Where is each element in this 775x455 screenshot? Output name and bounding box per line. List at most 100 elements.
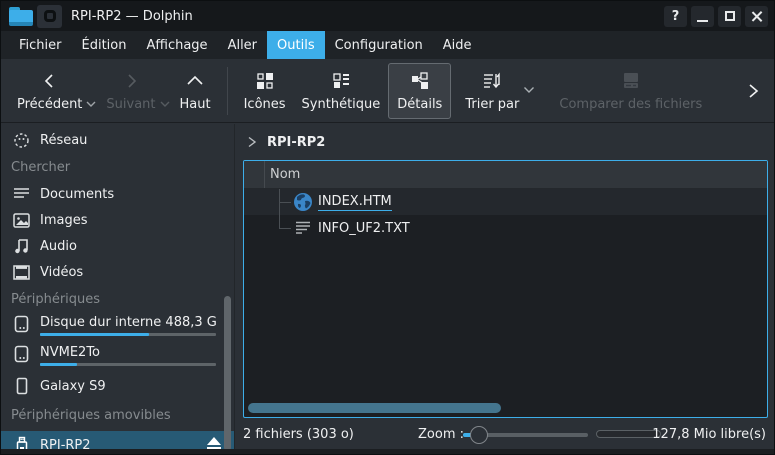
sidebar-item-label: Documents [40, 187, 114, 202]
details-view-icon [410, 69, 430, 93]
window-title: RPI-RP2 — Dolphin [71, 9, 664, 24]
sidebar-item-nvme2to[interactable]: NVME2To [1, 343, 234, 373]
sidebar-header-peripheriques: Périphériques [1, 285, 234, 313]
text-file-icon [293, 220, 313, 236]
close-icon [751, 10, 763, 22]
menu-aide[interactable]: Aide [433, 31, 482, 59]
hard-drive-icon [13, 315, 30, 333]
compact-view-button[interactable]: Synthétique [294, 63, 389, 119]
toolbar-overflow-button[interactable] [746, 82, 760, 100]
sidebar-scrollbar[interactable] [224, 296, 231, 451]
icons-view-icon [256, 69, 274, 93]
zoom-slider[interactable] [463, 425, 588, 445]
help-icon: ? [672, 9, 680, 24]
back-button[interactable]: Précédent [9, 63, 90, 119]
menu-aller[interactable]: Aller [218, 31, 267, 59]
disk-usage-bar [40, 333, 216, 336]
statusbar: 2 fichiers (303 o) Zoom : 127,8 Mio libr… [235, 419, 775, 451]
breadcrumb-location[interactable]: RPI-RP2 [267, 135, 325, 150]
dolphin-window: RPI-RP2 — Dolphin ? Fichier Édition Affi… [0, 0, 775, 455]
column-header-nom[interactable]: Nom [265, 167, 300, 182]
free-space-label: 127,8 Mio libre(s) [652, 427, 766, 442]
breadcrumb: RPI-RP2 [235, 124, 325, 160]
sort-by-button[interactable]: Trier par [457, 63, 527, 119]
sidebar-item-rpi-rp2[interactable]: RPI-RP2 [1, 431, 234, 451]
menu-affichage[interactable]: Affichage [136, 31, 217, 59]
icons-view-button[interactable]: Icônes [236, 63, 294, 119]
tree-branch [279, 215, 280, 228]
free-space-bar [596, 430, 661, 438]
sort-icon [482, 69, 502, 93]
file-name[interactable]: INFO_UF2.TXT [318, 221, 410, 236]
sidebar-item-documents[interactable]: Documents [1, 181, 234, 207]
toolbar-separator [227, 67, 228, 115]
sidebar-item-label: Audio [40, 239, 77, 254]
sidebar-item-label: NVME2To [40, 345, 216, 360]
chevron-up-icon [185, 69, 205, 93]
tree-branch [279, 202, 291, 203]
sidebar-item-videos[interactable]: Vidéos [1, 259, 234, 285]
sidebar-item-label: Images [40, 213, 88, 228]
places-panel: Réseau Chercher Documents [1, 124, 235, 451]
dolphin-app-icon [9, 7, 33, 26]
minimize-icon [697, 20, 708, 22]
window-menu-icon [44, 10, 56, 22]
up-button[interactable]: Haut [172, 63, 219, 119]
minimize-button[interactable] [691, 6, 714, 27]
images-icon [13, 213, 30, 228]
chevron-right-icon [746, 82, 760, 100]
horizontal-scrollbar[interactable] [248, 403, 763, 413]
documents-icon [13, 187, 30, 202]
smartphone-icon [13, 377, 30, 395]
breadcrumb-chevron-icon[interactable] [247, 136, 257, 148]
tree-branch [279, 228, 291, 229]
compare-files-button[interactable]: Comparer des fichiers [551, 63, 710, 119]
sidebar-item-galaxy-s9[interactable]: Galaxy S9 [1, 373, 234, 399]
chevron-right-icon [122, 69, 140, 93]
hard-drive-icon [13, 345, 30, 363]
sidebar-item-label: Réseau [40, 133, 87, 148]
view-header: Nom [244, 161, 767, 189]
help-button[interactable]: ? [664, 6, 687, 27]
sidebar-item-reseau[interactable]: Réseau [1, 127, 234, 153]
forward-button[interactable]: Suivant [98, 63, 163, 119]
tree-expander-column [244, 161, 265, 188]
file-row-index-htm[interactable]: INDEX.HTM [244, 189, 767, 215]
sidebar-item-label: Disque dur interne 488,3 G… [40, 315, 216, 330]
sidebar-item-disque-interne[interactable]: Disque dur interne 488,3 G… [1, 313, 234, 343]
audio-icon [13, 238, 30, 254]
file-name[interactable]: INDEX.HTM [318, 194, 392, 211]
menu-edition[interactable]: Édition [72, 31, 137, 59]
disk-usage-bar [40, 363, 216, 366]
eject-icon [206, 437, 222, 450]
sidebar-item-label: Galaxy S9 [40, 379, 106, 394]
globe-html-icon [293, 192, 313, 212]
menu-configuration[interactable]: Configuration [325, 31, 433, 59]
window-menu-button[interactable] [37, 5, 62, 28]
sidebar-header-amovibles: Périphériques amovibles [1, 399, 234, 431]
chevron-left-icon [41, 69, 59, 93]
network-icon [13, 132, 30, 149]
menu-outils[interactable]: Outils [267, 31, 325, 59]
window-bottom-edge [1, 449, 774, 454]
sidebar-item-audio[interactable]: Audio [1, 233, 234, 259]
details-view-button[interactable]: Détails [388, 63, 451, 119]
compare-files-icon [620, 69, 642, 93]
zoom-slider-handle[interactable] [470, 426, 488, 444]
sidebar-header-chercher: Chercher [1, 153, 234, 181]
main-panel: RPI-RP2 Nom [235, 124, 775, 451]
menubar: Fichier Édition Affichage Aller Outils C… [1, 31, 774, 59]
maximize-icon [725, 11, 735, 21]
sidebar-item-images[interactable]: Images [1, 207, 234, 233]
menu-fichier[interactable]: Fichier [9, 31, 72, 59]
toolbar: Précédent Suivant Haut [1, 59, 774, 123]
scrollbar-thumb[interactable] [248, 403, 501, 413]
titlebar: RPI-RP2 — Dolphin ? [1, 1, 774, 31]
folder-view[interactable]: Nom INDE [243, 160, 768, 418]
file-row-info-uf2-txt[interactable]: INFO_UF2.TXT [244, 215, 767, 241]
close-button[interactable] [745, 6, 768, 27]
videos-icon [13, 265, 30, 280]
file-count-status: 2 fichiers (303 o) [243, 427, 354, 442]
zoom-label: Zoom : [418, 427, 464, 442]
maximize-button[interactable] [718, 6, 741, 27]
